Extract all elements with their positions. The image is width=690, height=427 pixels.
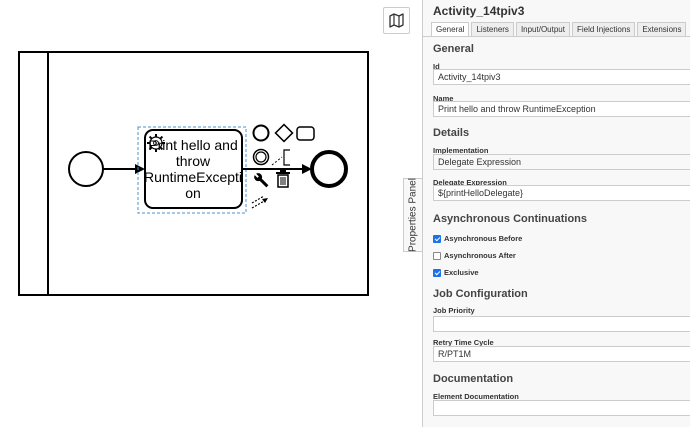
group-async-title: Asynchronous Continuations [433, 213, 587, 225]
element-documentation-input[interactable] [433, 400, 690, 416]
tabs-divider [423, 36, 690, 37]
tab-listeners[interactable]: Listeners [471, 22, 514, 37]
panel-tabs: General Listeners Input/Output Field Inj… [431, 22, 687, 37]
checkbox-checked-icon[interactable] [433, 234, 441, 243]
async-before-checkbox[interactable]: Asynchronous Before [433, 234, 522, 243]
properties-panel-toggle-label: Properties Panel [407, 178, 419, 252]
task-label-line: RuntimeExcepti [143, 169, 243, 185]
checkbox-unchecked-icon[interactable] [433, 251, 441, 260]
bpmn-canvas[interactable]: Print hello and throw RuntimeExcepti on [0, 0, 410, 427]
minimap-toggle-button[interactable] [383, 7, 410, 34]
exclusive-label: Exclusive [444, 268, 479, 277]
group-details-title: Details [433, 127, 470, 139]
async-after-label: Asynchronous After [444, 251, 516, 260]
job-priority-input[interactable] [433, 316, 690, 332]
id-input[interactable]: Activity_14tpiv3 [433, 69, 690, 85]
retry-time-cycle-input[interactable]: R/PT1M [433, 346, 690, 362]
async-after-checkbox[interactable]: Asynchronous After [433, 251, 516, 260]
append-end-event-icon[interactable] [252, 124, 270, 142]
async-before-label: Asynchronous Before [444, 234, 523, 243]
properties-panel: Activity_14tpiv3 General Listeners Input… [422, 0, 690, 427]
tab-extensions[interactable]: Extensions [637, 22, 687, 37]
delegate-expression-input[interactable]: ${printHelloDelegate} [433, 185, 690, 201]
properties-panel-toggle[interactable]: Properties Panel [403, 178, 422, 252]
checkbox-checked-icon[interactable] [433, 268, 441, 277]
group-documentation-title: Documentation [433, 373, 514, 385]
implementation-select[interactable]: Delegate Expression [433, 154, 690, 170]
append-intermediate-event-icon[interactable] [252, 148, 270, 166]
tab-input-output[interactable]: Input/Output [515, 22, 570, 37]
start-event[interactable] [68, 151, 104, 187]
task-label-line: on [185, 185, 201, 201]
task-label-line: throw [175, 153, 211, 169]
trash-icon[interactable] [276, 170, 290, 188]
panel-title: Activity_14tpiv3 [433, 4, 525, 18]
job-priority-label: Job Priority [433, 306, 475, 315]
map-icon [389, 13, 404, 28]
tab-general[interactable]: General [431, 22, 470, 37]
group-job-title: Job Configuration [433, 288, 528, 300]
name-input[interactable]: Print hello and throw RuntimeException [433, 101, 690, 117]
group-general-title: General [433, 43, 474, 55]
diagram-svg [18, 51, 369, 296]
tab-field-injections[interactable]: Field Injections [571, 22, 636, 37]
task-label-line: Print hello and [148, 137, 238, 153]
task-label: Print hello and throw RuntimeExcepti on [143, 137, 243, 201]
exclusive-checkbox[interactable]: Exclusive [433, 268, 479, 277]
append-task-icon[interactable] [296, 126, 315, 141]
end-event[interactable] [310, 150, 348, 188]
